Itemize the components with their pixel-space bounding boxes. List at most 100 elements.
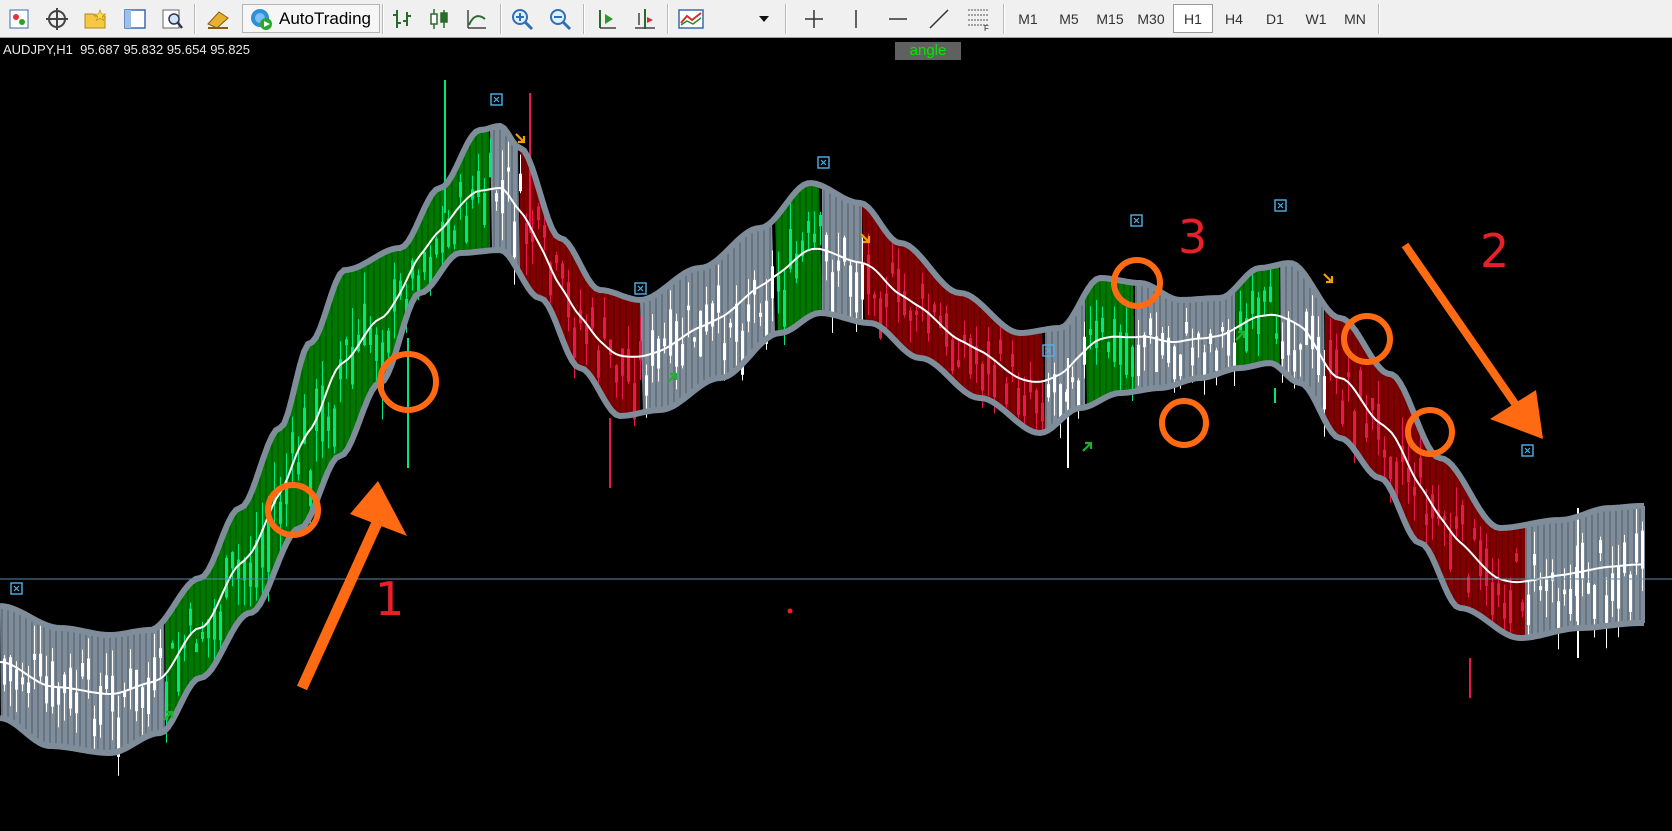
timeframe-m15[interactable]: M15	[1090, 4, 1130, 33]
candle-body	[423, 252, 426, 273]
candle-body	[735, 303, 738, 342]
candle-body	[1473, 528, 1476, 540]
candlestick-chart-icon[interactable]	[424, 4, 454, 33]
candle-body	[525, 223, 528, 245]
candle-body	[717, 285, 720, 313]
candle-body	[225, 557, 228, 598]
annotation-label-2: 2	[1480, 224, 1510, 278]
zoom-in-icon[interactable]	[507, 4, 537, 33]
auto-scroll-icon[interactable]	[592, 4, 622, 33]
candle-body	[837, 260, 840, 271]
candle-body	[1071, 377, 1074, 383]
chart-canvas[interactable]	[0, 38, 1672, 831]
candle-body	[1599, 540, 1602, 554]
annotation-label-1: 1	[375, 572, 405, 626]
candle-body	[867, 254, 870, 295]
candle-body	[1275, 333, 1278, 339]
timeframe-m30[interactable]: M30	[1131, 4, 1171, 33]
bar-chart-icon[interactable]	[387, 4, 417, 33]
candle-body	[1149, 318, 1152, 336]
candle-body	[729, 322, 732, 328]
crosshair-target-icon[interactable]	[42, 4, 72, 33]
candle-body	[585, 325, 588, 344]
market-watch-icon[interactable]	[203, 4, 233, 33]
candle-body	[699, 310, 702, 357]
line-chart-icon[interactable]	[462, 4, 492, 33]
candle-body	[21, 677, 24, 685]
autotrading-label: AutoTrading	[279, 8, 371, 28]
candle-body	[849, 265, 852, 297]
candle-body	[339, 359, 342, 380]
autotrading-button[interactable]: AutoTrading	[242, 4, 380, 33]
candle-body	[909, 310, 912, 321]
candle-body	[1215, 350, 1218, 371]
candle-body	[159, 648, 162, 658]
candle-body	[1389, 456, 1392, 479]
indicators-dropdown-chevron-down-icon[interactable]	[757, 4, 771, 33]
timeframe-m5[interactable]: M5	[1049, 4, 1089, 33]
candle-body	[387, 330, 390, 353]
candle-body	[1563, 589, 1566, 595]
candle-body	[477, 170, 480, 197]
timeframe-mn[interactable]: MN	[1335, 4, 1375, 33]
candle-body	[1137, 344, 1140, 376]
candle-body	[597, 350, 600, 378]
zoom-out-icon[interactable]	[545, 4, 575, 33]
candle-body	[933, 304, 936, 313]
price-chart[interactable]: AUDJPY,H1 95.687 95.832 95.654 95.825 an…	[0, 38, 1672, 831]
chart-dot	[787, 608, 793, 614]
candle-body	[1371, 398, 1374, 411]
candle-body	[1047, 384, 1050, 398]
candle-body	[513, 221, 516, 258]
candle-body	[681, 344, 684, 366]
candle-body	[651, 330, 654, 366]
timeframe-h1[interactable]: H1	[1173, 4, 1213, 33]
trendline-tool-icon[interactable]	[924, 4, 954, 33]
new-chart-icon[interactable]	[4, 4, 34, 33]
candle-body	[495, 193, 498, 202]
candle-body	[291, 432, 294, 454]
vertical-line-tool-icon[interactable]	[841, 4, 871, 33]
candle-body	[1131, 346, 1134, 377]
candle-body	[1125, 332, 1128, 375]
close-marker-icon	[1521, 444, 1534, 457]
candle-body	[1101, 317, 1104, 333]
candle-body	[1347, 372, 1350, 377]
candle-body	[1179, 354, 1182, 377]
candle-body	[1587, 582, 1590, 594]
horizontal-line-tool-icon[interactable]	[883, 4, 913, 33]
timeframe-d1[interactable]: D1	[1255, 4, 1295, 33]
fibonacci-tool-icon[interactable]: F	[964, 4, 994, 33]
strategy-tester-icon[interactable]	[157, 4, 187, 33]
band-layer	[0, 126, 1645, 753]
candle-body	[999, 339, 1002, 354]
indicator-marks	[10, 93, 1534, 721]
favorites-folder-icon[interactable]	[81, 4, 111, 33]
timeframe-h4[interactable]: H4	[1214, 4, 1254, 33]
navigator-window-icon[interactable]	[120, 4, 150, 33]
candle-body	[1617, 566, 1620, 609]
candle-body	[561, 263, 564, 279]
candle-body	[957, 360, 960, 367]
candle-body	[453, 230, 456, 245]
candle-body	[369, 327, 372, 345]
candle-body	[483, 192, 486, 225]
indicators-icon[interactable]	[676, 4, 706, 33]
candle-body	[1089, 329, 1092, 335]
timeframe-m1[interactable]: M1	[1008, 4, 1048, 33]
chart-shift-icon[interactable]	[630, 4, 660, 33]
crosshair-tool-icon[interactable]	[799, 4, 829, 33]
candle-body	[861, 264, 864, 300]
candle-body	[489, 152, 492, 178]
candle-body	[201, 632, 204, 639]
candle-body	[1269, 286, 1272, 302]
candle-body	[1239, 311, 1242, 331]
candle-body	[1221, 327, 1224, 332]
candle-body	[657, 338, 660, 369]
candle-body	[555, 255, 558, 264]
candle-body	[831, 272, 834, 318]
timeframe-w1[interactable]: W1	[1296, 4, 1336, 33]
candle-body	[1005, 383, 1008, 405]
candle-body	[81, 663, 84, 677]
candle-body	[1515, 553, 1518, 562]
